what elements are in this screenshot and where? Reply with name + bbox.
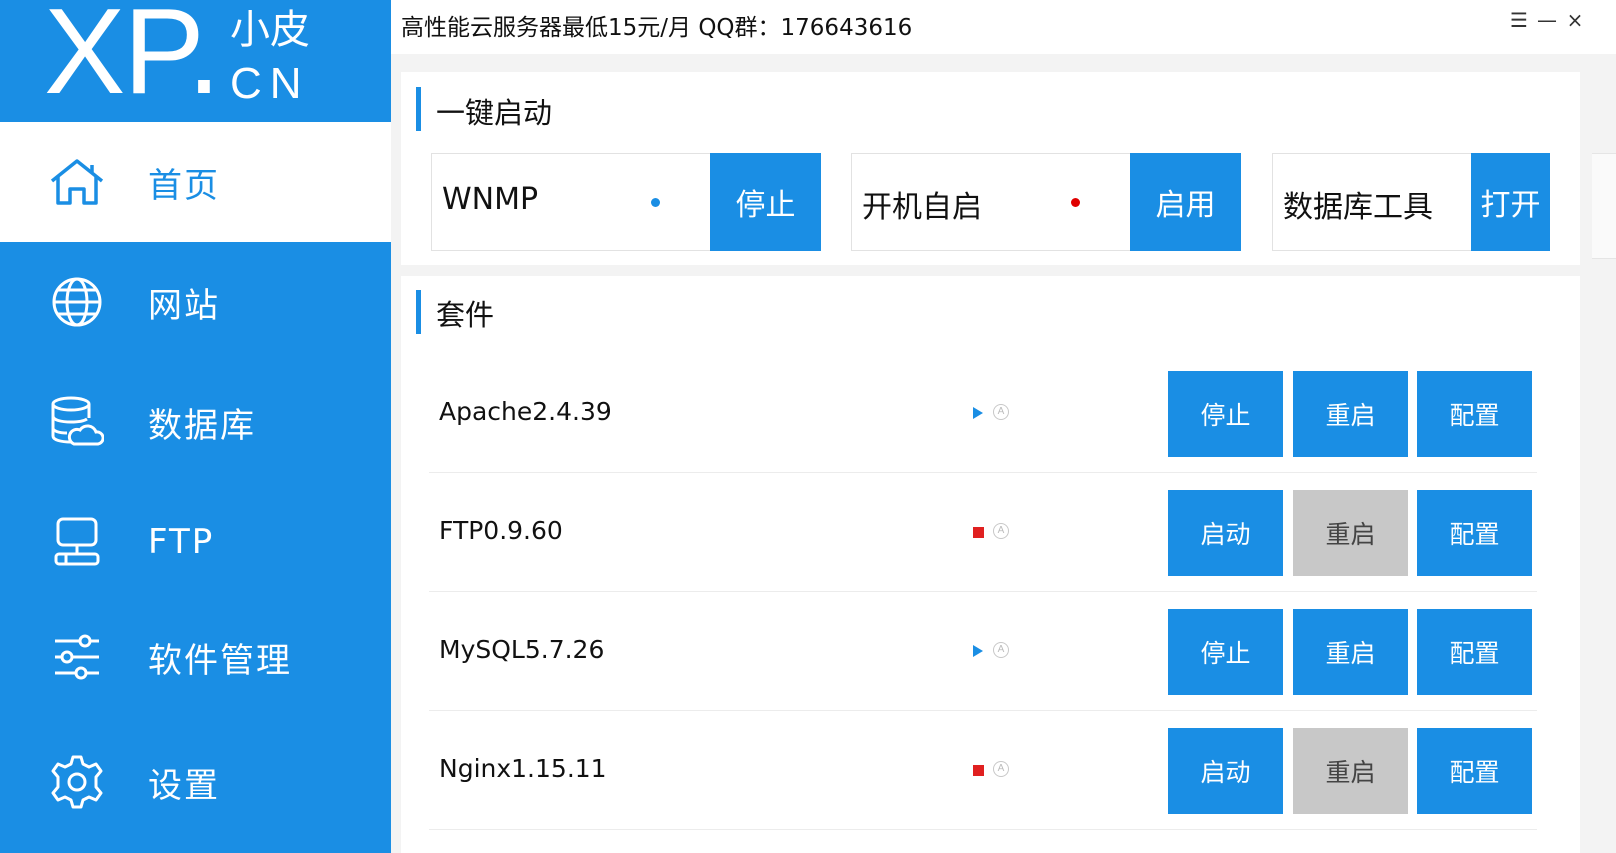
stopped-icon	[973, 765, 984, 776]
sidebar-item-label: 软件管理	[148, 640, 292, 681]
section-marker	[416, 290, 421, 334]
logo-cn: CN	[230, 59, 310, 108]
service-name: Nginx1.15.11	[439, 754, 607, 783]
dbtool-open-button[interactable]: 打开	[1471, 153, 1550, 251]
dbtool-label: 数据库工具	[1283, 190, 1433, 225]
wnmp-card: WNMP 停止	[431, 153, 821, 251]
ftp-server-icon	[48, 513, 106, 571]
database-icon	[48, 393, 106, 451]
sliders-icon	[48, 628, 106, 686]
app-logo: XP. 小皮 CN	[0, 0, 391, 122]
auto-icon[interactable]: A	[993, 761, 1009, 777]
config-button[interactable]: 配置	[1417, 490, 1532, 576]
globe-icon	[48, 273, 106, 331]
restart-button[interactable]: 重启	[1293, 609, 1408, 695]
auto-icon[interactable]: A	[993, 523, 1009, 539]
service-name: MySQL5.7.26	[439, 635, 605, 664]
start-button[interactable]: 启动	[1168, 490, 1283, 576]
table-row: FTP0.9.60 A 启动 重启 配置	[429, 473, 1537, 592]
sidebar-item-label: 网站	[148, 285, 220, 326]
table-row: Nginx1.15.11 A 启动 重启 配置	[429, 711, 1537, 830]
stopped-icon	[973, 527, 984, 538]
sidebar-item-label: FTP	[148, 522, 215, 562]
table-row: MySQL5.7.26 A 停止 重启 配置	[429, 592, 1537, 711]
restart-button[interactable]: 重启	[1293, 728, 1408, 814]
autostart-card: 开机自启 启用	[851, 153, 1241, 251]
sidebar-item-label: 设置	[148, 765, 220, 806]
logo-xiaopi: 小皮	[230, 7, 310, 53]
restart-button[interactable]: 重启	[1293, 371, 1408, 457]
start-button[interactable]: 启动	[1168, 728, 1283, 814]
auto-icon[interactable]: A	[993, 642, 1009, 658]
close-icon[interactable]: ×	[1563, 8, 1587, 32]
sidebar-item-software[interactable]: 软件管理	[0, 597, 391, 717]
service-name: FTP0.9.60	[439, 516, 563, 545]
sidebar-item-settings[interactable]: 设置	[0, 722, 391, 842]
section-marker	[416, 87, 421, 131]
menu-icon[interactable]: ☰	[1507, 8, 1531, 32]
sidebar-item-home[interactable]: 首页	[0, 122, 391, 242]
sidebar-item-label: 数据库	[148, 405, 256, 446]
logo-xp: XP.	[44, 0, 221, 119]
dbtool-card: 数据库工具 打开	[1272, 153, 1550, 251]
sidebar-item-website[interactable]: 网站	[0, 242, 391, 362]
stop-button[interactable]: 停止	[1168, 371, 1283, 457]
sidebar: XP. 小皮 CN 首页 网站 数据库 FTP 软件管理 设置	[0, 0, 391, 853]
running-icon	[973, 407, 983, 419]
auto-icon[interactable]: A	[993, 404, 1009, 420]
service-name: Apache2.4.39	[439, 397, 612, 426]
minimize-icon[interactable]: —	[1535, 8, 1559, 32]
restart-button[interactable]: 重启	[1293, 490, 1408, 576]
home-icon	[48, 153, 106, 211]
top-bar: 高性能云服务器最低15元/月 QQ群：176643616 ☰ — ×	[391, 0, 1616, 54]
sidebar-item-label: 首页	[148, 165, 220, 206]
promo-notice[interactable]: 高性能云服务器最低15元/月 QQ群：176643616	[401, 8, 912, 42]
config-button[interactable]: 配置	[1417, 728, 1532, 814]
stop-button[interactable]: 停止	[1168, 609, 1283, 695]
side-panel-edge	[1592, 153, 1616, 259]
gear-icon	[48, 753, 106, 811]
sidebar-item-ftp[interactable]: FTP	[0, 482, 391, 602]
autostart-enable-button[interactable]: 启用	[1130, 153, 1241, 251]
table-row: Apache2.4.39 A 停止 重启 配置	[429, 354, 1537, 473]
sidebar-item-database[interactable]: 数据库	[0, 362, 391, 482]
quickstart-title: 一键启动	[436, 96, 553, 130]
wnmp-label: WNMP	[442, 182, 539, 217]
running-icon	[973, 645, 983, 657]
config-button[interactable]: 配置	[1417, 371, 1532, 457]
autostart-label: 开机自启	[862, 190, 982, 225]
wnmp-status-dot	[651, 198, 660, 207]
autostart-status-dot	[1071, 198, 1080, 207]
suite-title: 套件	[436, 298, 495, 332]
wnmp-stop-button[interactable]: 停止	[710, 153, 821, 251]
config-button[interactable]: 配置	[1417, 609, 1532, 695]
